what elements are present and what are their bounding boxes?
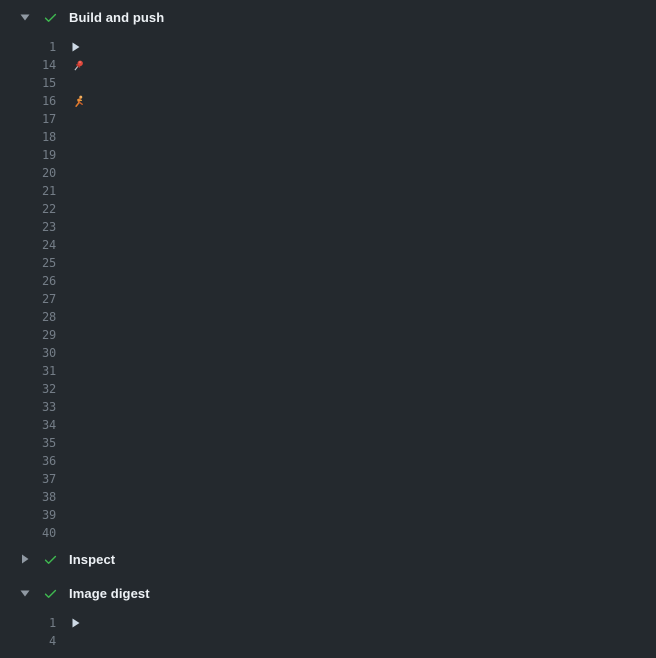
log-line-number[interactable]: 32 [0, 380, 56, 398]
section-body-build-and-push: 1141516171819202122232425262728293031323… [0, 38, 656, 542]
log-line-number[interactable]: 27 [0, 290, 56, 308]
log-line-number[interactable]: 30 [0, 344, 56, 362]
log-line: 1 [0, 614, 656, 632]
section-body-image-digest: 14 [0, 614, 656, 650]
log-line: 14 [0, 56, 656, 74]
play-icon[interactable] [72, 618, 80, 628]
log-line: 31 [0, 362, 656, 380]
log-line: 17 [0, 110, 656, 128]
workflow-log-viewer: Build and push11415161718192021222324252… [0, 0, 656, 658]
section-header-inspect[interactable]: Inspect [0, 542, 656, 576]
log-line-number[interactable]: 31 [0, 362, 56, 380]
chevron-right-icon[interactable] [20, 554, 30, 564]
section-title: Build and push [69, 10, 164, 25]
log-line: 34 [0, 416, 656, 434]
log-line: 15 [0, 74, 656, 92]
log-line: 38 [0, 488, 656, 506]
log-line-number[interactable]: 1 [0, 614, 56, 632]
chevron-down-icon[interactable] [20, 589, 30, 598]
log-line-number[interactable]: 38 [0, 488, 56, 506]
log-line-number[interactable]: 14 [0, 56, 56, 74]
section-header-image-digest[interactable]: Image digest [0, 576, 656, 610]
log-line: 32 [0, 380, 656, 398]
log-line-number[interactable]: 25 [0, 254, 56, 272]
log-line: 40 [0, 524, 656, 542]
log-line-text [72, 59, 92, 72]
log-line-number[interactable]: 28 [0, 308, 56, 326]
log-line-text [72, 42, 87, 52]
log-line: 1 [0, 38, 656, 56]
log-line-number[interactable]: 35 [0, 434, 56, 452]
play-icon[interactable] [72, 42, 80, 52]
log-line-text [72, 618, 87, 628]
log-line: 36 [0, 452, 656, 470]
log-line: 24 [0, 236, 656, 254]
log-line-number[interactable]: 21 [0, 182, 56, 200]
pushpin-icon [72, 59, 85, 72]
log-line: 16 [0, 92, 656, 110]
log-line: 27 [0, 290, 656, 308]
log-line: 4 [0, 632, 656, 650]
log-line: 35 [0, 434, 656, 452]
log-line-number[interactable]: 40 [0, 524, 56, 542]
log-line-number[interactable]: 26 [0, 272, 56, 290]
log-line-number[interactable]: 23 [0, 218, 56, 236]
runner-icon [72, 95, 85, 108]
success-check-icon [43, 10, 58, 25]
log-line-number[interactable]: 18 [0, 128, 56, 146]
log-line-number[interactable]: 20 [0, 164, 56, 182]
log-line: 18 [0, 128, 656, 146]
log-line: 22 [0, 200, 656, 218]
log-line-number[interactable]: 15 [0, 74, 56, 92]
log-line: 21 [0, 182, 656, 200]
log-line: 33 [0, 398, 656, 416]
section-title: Inspect [69, 552, 115, 567]
log-line: 39 [0, 506, 656, 524]
log-line: 37 [0, 470, 656, 488]
log-line-number[interactable]: 22 [0, 200, 56, 218]
section-header-build-and-push[interactable]: Build and push [0, 0, 656, 34]
log-line: 29 [0, 326, 656, 344]
log-line: 30 [0, 344, 656, 362]
log-line-number[interactable]: 36 [0, 452, 56, 470]
log-line: 28 [0, 308, 656, 326]
log-line-number[interactable]: 24 [0, 236, 56, 254]
log-line-number[interactable]: 4 [0, 632, 56, 650]
log-line-number[interactable]: 33 [0, 398, 56, 416]
log-line-number[interactable]: 34 [0, 416, 56, 434]
log-line-number[interactable]: 1 [0, 38, 56, 56]
log-line-number[interactable]: 16 [0, 92, 56, 110]
log-line: 25 [0, 254, 656, 272]
log-line-number[interactable]: 19 [0, 146, 56, 164]
log-line: 20 [0, 164, 656, 182]
success-check-icon [43, 586, 58, 601]
log-line: 26 [0, 272, 656, 290]
section-title: Image digest [69, 586, 150, 601]
log-line-number[interactable]: 37 [0, 470, 56, 488]
log-line: 23 [0, 218, 656, 236]
log-line-number[interactable]: 17 [0, 110, 56, 128]
chevron-down-icon[interactable] [20, 13, 30, 22]
success-check-icon [43, 552, 58, 567]
log-line-text [72, 95, 92, 108]
log-line-number[interactable]: 39 [0, 506, 56, 524]
log-line: 19 [0, 146, 656, 164]
log-line-number[interactable]: 29 [0, 326, 56, 344]
